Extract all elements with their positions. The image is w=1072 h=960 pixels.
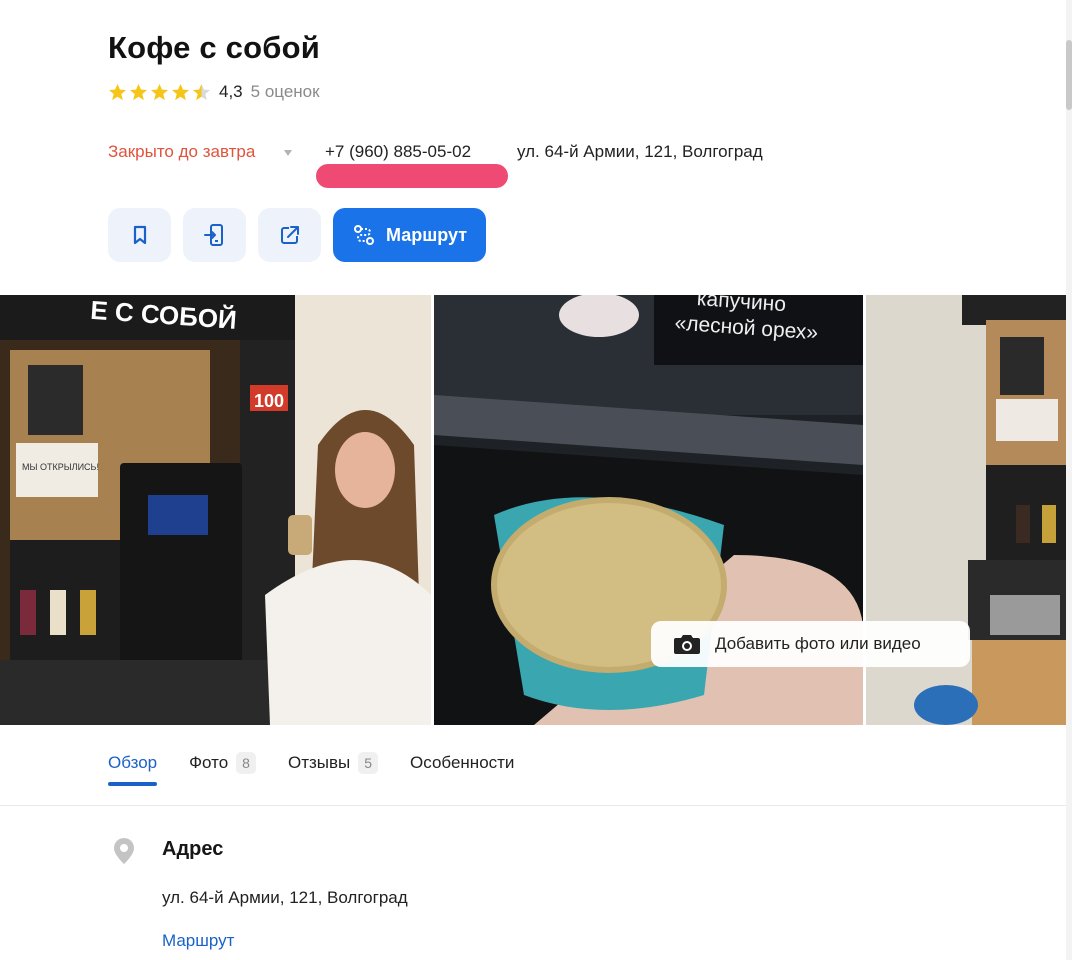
action-bar: Маршрут [108, 208, 486, 262]
photo1-notice: МЫ ОТКРЫЛИСЬ! [22, 462, 99, 472]
tab-label: Особенности [410, 753, 515, 772]
photo1-price: 100 [254, 391, 284, 411]
scrollbar-track[interactable] [1066, 0, 1072, 960]
half-star-icon [192, 83, 211, 100]
tab-features[interactable]: Особенности [410, 748, 514, 778]
coffee-machine-photo: Е С СОБОЙ 100 МЫ ОТКРЫЛИСЬ! [0, 295, 431, 725]
add-media-label: Добавить фото или видео [715, 634, 921, 653]
star-icon [129, 83, 148, 100]
phone-number[interactable]: +7 (960) 885-05-02 [325, 142, 471, 162]
tab-count-badge: 8 [236, 752, 256, 774]
rating-count-link[interactable]: 5 оценок [251, 82, 320, 102]
route-button[interactable]: Маршрут [333, 208, 486, 262]
rating-value: 4,3 [219, 82, 243, 101]
location-pin-icon [114, 838, 134, 864]
address-text[interactable]: ул. 64-й Армии, 121, Волгоград [162, 888, 408, 908]
rating-stars [108, 83, 211, 102]
share-button[interactable] [258, 208, 321, 262]
scrollbar-thumb[interactable] [1066, 40, 1072, 110]
bookmark-icon [133, 225, 146, 245]
address-route-link[interactable]: Маршрут [162, 931, 234, 951]
address-heading: Адрес [162, 838, 224, 860]
tab-label: Фото [189, 753, 229, 772]
camera-icon [674, 635, 700, 654]
header-address[interactable]: ул. 64-й Армии, 121, Волгоград [517, 142, 763, 162]
share-icon [280, 226, 299, 244]
tab-count-badge: 5 [358, 752, 379, 774]
chevron-down-icon[interactable] [284, 150, 292, 156]
phone-highlight-mark [316, 164, 508, 188]
star-icon [108, 83, 127, 100]
tab-photos[interactable]: Фото 8 [189, 748, 256, 778]
add-media-button[interactable]: Добавить фото или видео [651, 621, 970, 667]
route-button-label: Маршрут [385, 224, 468, 245]
phone-send-icon [203, 224, 223, 246]
tab-label: Обзор [108, 753, 158, 772]
send-to-phone-button[interactable] [183, 208, 246, 262]
tabs-divider [0, 805, 1072, 806]
working-hours-status[interactable]: Закрыто до завтра [108, 142, 255, 162]
gallery-photo-1[interactable]: Е С СОБОЙ 100 МЫ ОТКРЫЛИСЬ! [0, 295, 431, 725]
tab-label: Отзывы [287, 753, 351, 772]
tab-reviews[interactable]: Отзывы 5 [287, 748, 379, 778]
rating-row: 4,3 5 оценок [108, 82, 320, 102]
bookmark-button[interactable] [108, 208, 171, 262]
route-icon [353, 225, 374, 245]
tab-bar: Обзор Фото 8 Отзывы 5 Особенности [108, 748, 514, 788]
page-title: Кофе с собой [108, 30, 320, 65]
tab-overview[interactable]: Обзор [108, 748, 158, 786]
star-icon [171, 83, 190, 100]
star-icon [150, 83, 169, 100]
